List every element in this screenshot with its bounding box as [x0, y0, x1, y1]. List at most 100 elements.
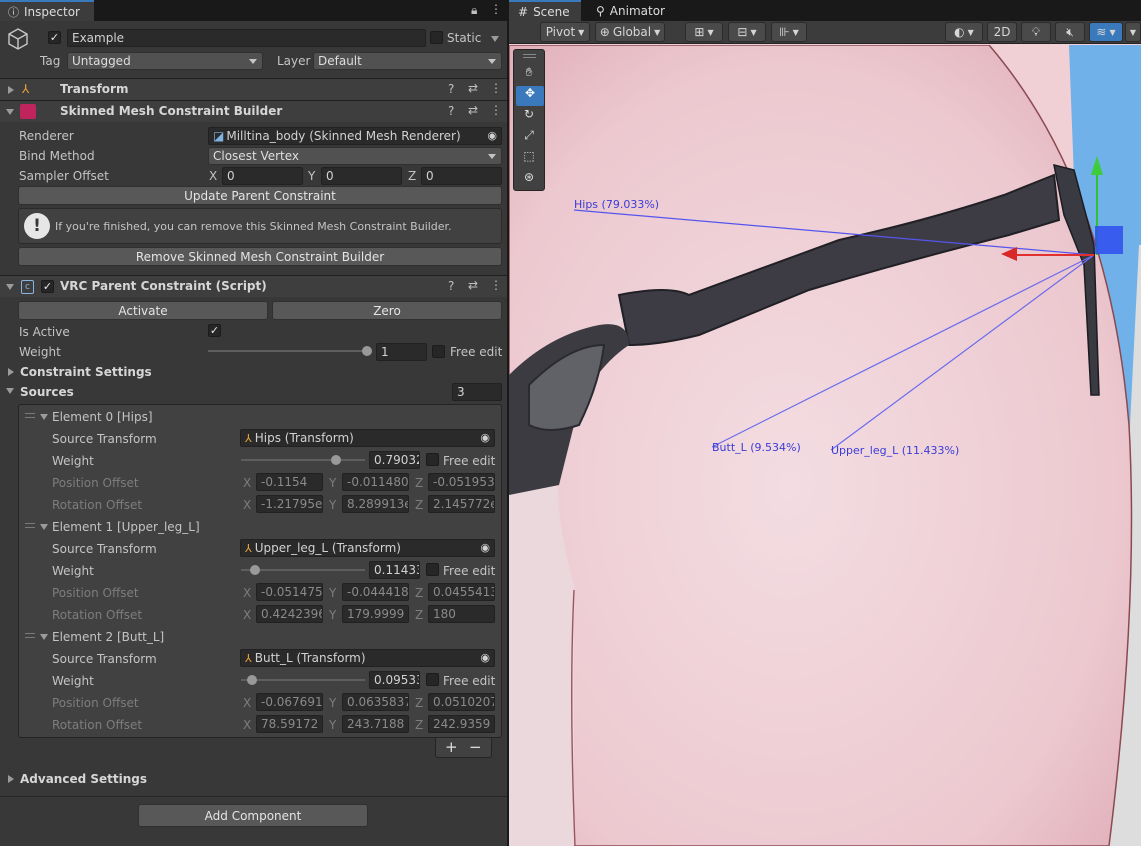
tag-dropdown[interactable]: Untagged	[67, 52, 263, 70]
foldout-arrow[interactable]	[6, 284, 14, 290]
drag-handle-icon[interactable]	[25, 633, 35, 638]
kebab-menu-icon[interactable]: ⋮	[490, 278, 502, 292]
transform-icon: ⅄	[245, 431, 252, 445]
sampler-offset-label: Sampler Offset	[19, 169, 109, 183]
rotation-y-field: 243.7188	[342, 715, 409, 733]
rotate-tool-icon[interactable]: ↻	[518, 107, 540, 127]
add-element-button[interactable]: +	[445, 738, 458, 756]
element-title[interactable]: Element 2 [Butt_L]	[52, 630, 164, 644]
weight-field[interactable]: 0.79032	[369, 451, 420, 469]
hand-tool-icon[interactable]: ✋︎	[518, 65, 540, 85]
sources-count-field[interactable]: 3	[452, 383, 502, 401]
free-edit-label: Free edit	[450, 345, 503, 359]
source-transform-field[interactable]: ⅄ Upper_leg_L (Transform) ◉	[240, 539, 495, 557]
kebab-menu-icon[interactable]: ⋮	[490, 81, 502, 95]
foldout-arrow[interactable]	[40, 414, 48, 420]
activate-button[interactable]: Activate	[18, 301, 268, 320]
source-transform-field[interactable]: ⅄ Hips (Transform) ◉	[240, 429, 495, 447]
kebab-menu-icon[interactable]: ⋮	[490, 103, 502, 117]
foldout-arrow[interactable]	[40, 524, 48, 530]
free-edit-checkbox[interactable]	[426, 453, 439, 466]
lock-icon[interactable]: 🔒︎	[471, 3, 477, 18]
advanced-settings-foldout[interactable]: Advanced Settings	[20, 772, 147, 786]
skinned-mesh-icon: ◪	[213, 129, 225, 143]
transform-header[interactable]: ⅄ Transform ? ⇄ ⋮	[0, 78, 507, 100]
palette-drag-handle[interactable]	[523, 54, 536, 58]
weight-slider-knob[interactable]	[250, 565, 260, 575]
weight-label: Weight	[52, 674, 94, 688]
y-label: Y	[308, 169, 316, 183]
position-offset-label: Position Offset	[52, 696, 139, 710]
weight-slider-track[interactable]	[241, 459, 365, 461]
layer-dropdown[interactable]: Default	[313, 52, 502, 70]
renderer-field[interactable]: ◪ Milltina_body (Skinned Mesh Renderer) ◉	[208, 127, 502, 145]
static-dropdown-arrow[interactable]	[491, 36, 499, 42]
scene-view[interactable]: # Scene ⚲ Animator Pivot ▼ ⊕ Global ▼ ⊞ ▼ ⊟ ▼ ⊪…	[507, 0, 1141, 846]
preset-icon[interactable]: ⇄	[468, 278, 478, 292]
x-label: X	[243, 696, 252, 710]
drag-handle-icon[interactable]	[25, 523, 35, 528]
sources-foldout[interactable]: Sources	[20, 385, 74, 399]
free-edit-checkbox[interactable]	[426, 563, 439, 576]
weight-slider-knob[interactable]	[331, 455, 341, 465]
static-checkbox[interactable]	[430, 31, 443, 44]
sampler-y-field[interactable]: 0	[321, 167, 402, 185]
element-title[interactable]: Element 1 [Upper_leg_L]	[52, 520, 200, 534]
active-checkbox[interactable]: ✓	[48, 31, 61, 44]
gizmo-label-butt: Butt_L (9.534%)	[712, 441, 801, 454]
drag-handle-icon[interactable]	[25, 413, 35, 418]
foldout-arrow[interactable]	[8, 86, 14, 94]
is-active-checkbox[interactable]: ✓	[208, 324, 221, 337]
source-transform-field[interactable]: ⅄ Butt_L (Transform) ◉	[240, 649, 495, 667]
weight-field[interactable]: 0.11433	[369, 561, 420, 579]
foldout-arrow[interactable]	[6, 109, 14, 115]
rect-tool-icon[interactable]: ⬚	[518, 149, 540, 169]
foldout-arrow[interactable]	[8, 368, 14, 376]
transform-tool-icon[interactable]: ⊛	[518, 170, 540, 190]
weight-slider-knob[interactable]	[247, 675, 257, 685]
transform-icon: ⅄	[245, 541, 252, 555]
preset-icon[interactable]: ⇄	[468, 103, 478, 117]
remove-builder-button[interactable]: Remove Skinned Mesh Constraint Builder	[18, 247, 502, 266]
add-component-button[interactable]: Add Component	[138, 804, 368, 827]
warning-icon: !	[24, 213, 50, 239]
move-tool-icon[interactable]: ✥	[516, 86, 544, 106]
help-icon[interactable]: ?	[448, 82, 454, 96]
weight-field[interactable]: 1	[376, 343, 427, 361]
foldout-arrow[interactable]	[6, 388, 14, 394]
tab-inspector[interactable]: ⓘ Inspector	[0, 0, 94, 21]
sampler-x-field[interactable]: 0	[222, 167, 303, 185]
remove-element-button[interactable]: −	[469, 738, 482, 756]
foldout-arrow[interactable]	[8, 775, 14, 783]
weight-slider-track[interactable]	[208, 350, 368, 352]
object-picker-icon[interactable]: ◉	[480, 651, 490, 664]
bind-method-dropdown[interactable]: Closest Vertex	[208, 147, 502, 165]
rotation-z-field: 2.145772e-	[428, 495, 495, 513]
smcb-header[interactable]: Skinned Mesh Constraint Builder ? ⇄ ⋮	[0, 100, 507, 122]
position-y-field: -0.011480	[342, 473, 409, 491]
preset-icon[interactable]: ⇄	[468, 81, 478, 95]
element-title[interactable]: Element 0 [Hips]	[52, 410, 153, 424]
gameobject-name-field[interactable]: Example	[67, 29, 426, 47]
foldout-arrow[interactable]	[40, 634, 48, 640]
weight-field[interactable]: 0.09533	[369, 671, 420, 689]
weight-slider-knob[interactable]	[362, 346, 372, 356]
weight-slider-track[interactable]	[241, 679, 365, 681]
scale-tool-icon[interactable]: ⤢	[518, 128, 540, 148]
position-offset-label: Position Offset	[52, 476, 139, 490]
object-picker-icon[interactable]: ◉	[480, 541, 490, 554]
help-icon[interactable]: ?	[448, 104, 454, 118]
free-edit-checkbox[interactable]	[426, 673, 439, 686]
object-picker-icon[interactable]: ◉	[487, 129, 497, 142]
sampler-z-field[interactable]: 0	[421, 167, 502, 185]
help-icon[interactable]: ?	[448, 279, 454, 293]
kebab-menu-icon[interactable]: ⋮	[490, 2, 502, 16]
constraint-settings-foldout[interactable]: Constraint Settings	[20, 365, 152, 379]
object-picker-icon[interactable]: ◉	[480, 431, 490, 444]
component-enabled-checkbox[interactable]: ✓	[41, 280, 54, 293]
free-edit-checkbox[interactable]	[432, 345, 445, 358]
update-parent-constraint-button[interactable]: Update Parent Constraint	[18, 186, 502, 205]
zero-button[interactable]: Zero	[272, 301, 502, 320]
inspector-panel: ⓘ Inspector 🔒︎ ⋮ ✓ Example Static Tag Un…	[0, 0, 507, 846]
vrc-parent-constraint-header[interactable]: c ✓ VRC Parent Constraint (Script) ? ⇄ ⋮	[0, 275, 507, 297]
